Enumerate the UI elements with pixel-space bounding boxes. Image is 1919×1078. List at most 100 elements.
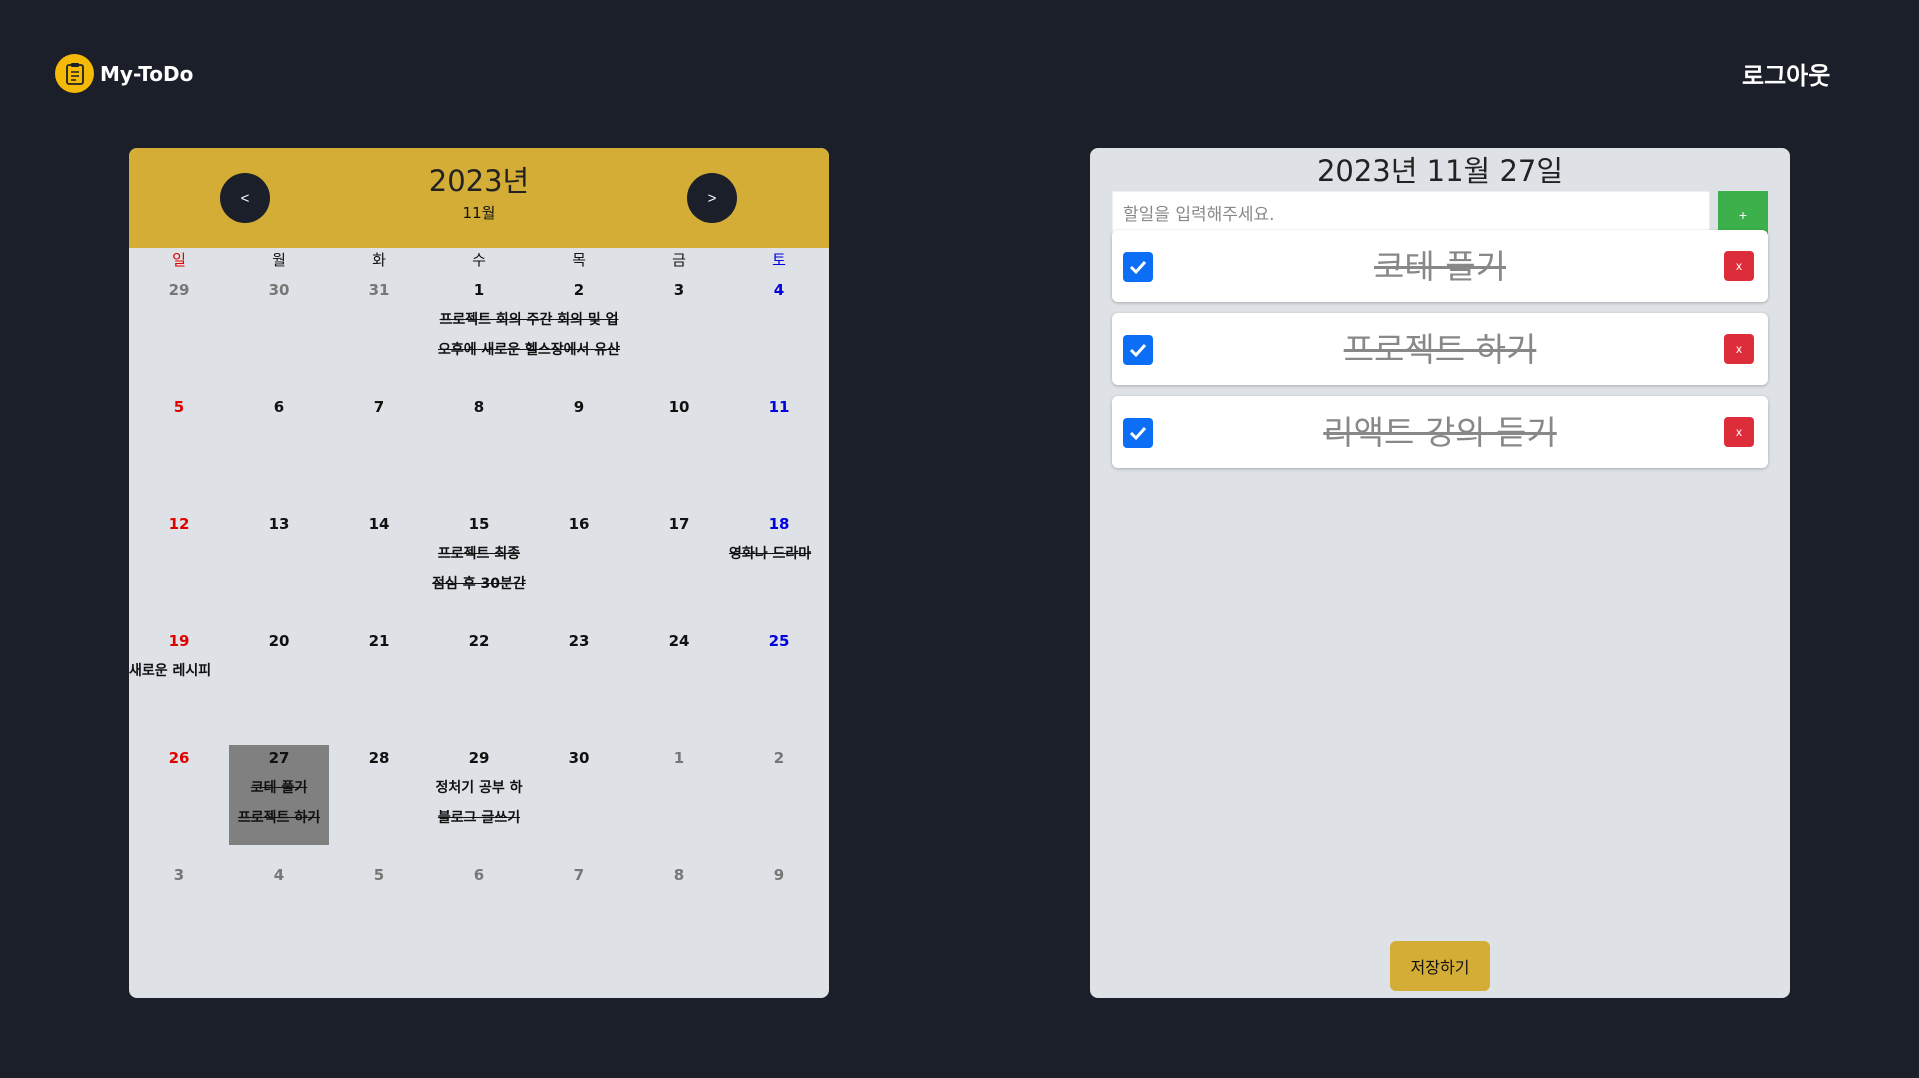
day-number: 7 <box>373 398 385 416</box>
calendar-day[interactable]: 3 <box>129 856 229 973</box>
day-number: 24 <box>668 632 690 650</box>
weekday-header: 일 월 화 수 목 금 토 <box>129 248 829 271</box>
todo-checkbox[interactable] <box>1123 252 1153 282</box>
calendar-week: 26 27 코테 풀기프로젝트 하기리액트 강의 듣 28 29 정처기 공부 하블로그 … <box>129 739 829 856</box>
day-number: 21 <box>368 632 390 650</box>
day-todo-item: 영화나 드라마 <box>729 546 812 562</box>
day-number: 14 <box>368 515 390 533</box>
calendar-day[interactable]: 16 <box>529 505 629 622</box>
day-number: 6 <box>273 398 285 416</box>
calendar-day[interactable]: 15 프로젝트 최종점심 후 30분간온라인 강의 수 <box>429 505 529 622</box>
next-month-button[interactable]: > <box>687 173 737 223</box>
calendar-day[interactable]: 1 프로젝트 회의 주간 회의 및 업 오후에 새로운 헬스장에서 유산 <box>429 271 620 388</box>
calendar-week: 19 새로운 레시피 20 21 22 23 24 25 <box>129 622 829 739</box>
calendar-day[interactable]: 6 <box>429 856 529 973</box>
check-icon <box>1129 260 1147 275</box>
calendar-day[interactable]: 22 <box>429 622 529 739</box>
day-number: 4 <box>773 281 785 299</box>
calendar-day[interactable]: 12 <box>129 505 229 622</box>
day-number: 12 <box>168 515 190 533</box>
day-number: 27 <box>268 749 290 767</box>
calendar-day[interactable]: 18 영화나 드라마 <box>729 505 829 622</box>
day-number: 25 <box>768 632 790 650</box>
calendar-day[interactable]: 6 <box>229 388 329 505</box>
calendar-day[interactable]: 30 <box>229 271 329 388</box>
save-button[interactable]: 저장하기 <box>1390 941 1490 991</box>
day-todo-item: 프로젝트 하기 <box>237 810 321 826</box>
calendar-day[interactable]: 13 <box>229 505 329 622</box>
calendar-day[interactable]: 29 정처기 공부 하블로그 글쓰기백준 스터디 <box>429 739 529 856</box>
calendar-day[interactable]: 1 <box>629 739 729 856</box>
calendar-day[interactable]: 2 <box>729 739 829 856</box>
day-number: 20 <box>268 632 290 650</box>
day-todo-list: 새로운 레시피 <box>129 656 229 720</box>
calendar-day[interactable]: 26 <box>129 739 229 856</box>
calendar-day[interactable]: 31 <box>329 271 429 388</box>
calendar-day[interactable]: 8 <box>429 388 529 505</box>
day-number: 18 <box>768 515 790 533</box>
day-number: 13 <box>268 515 290 533</box>
calendar-day[interactable]: 21 <box>329 622 429 739</box>
calendar-day[interactable]: 28 <box>329 739 429 856</box>
app-logo[interactable]: My-ToDo <box>55 54 193 93</box>
day-todo-list: 정처기 공부 하블로그 글쓰기백준 스터디 <box>429 773 529 837</box>
calendar-day[interactable]: 14 <box>329 505 429 622</box>
calendar-day[interactable]: 4 <box>229 856 329 973</box>
calendar-day[interactable]: 9 <box>529 388 629 505</box>
day-todo-item: 온라인 강의 수 <box>429 599 529 603</box>
day-number: 30 <box>568 749 590 767</box>
day-number: 26 <box>168 749 190 767</box>
calendar-day[interactable]: 2 <box>529 271 629 388</box>
calendar-day[interactable]: 7 <box>529 856 629 973</box>
day-number: 1 <box>673 749 685 767</box>
calendar-day[interactable]: 20 <box>229 622 329 739</box>
calendar-day[interactable]: 5 <box>129 388 229 505</box>
day-todo-item: 백준 스터디 <box>429 833 529 837</box>
todo-item: 리액트 강의 듣기 x <box>1112 396 1768 468</box>
calendar-day[interactable]: 9 <box>729 856 829 973</box>
calendar-day[interactable]: 5 <box>329 856 429 973</box>
calendar-day[interactable]: 25 <box>729 622 829 739</box>
weekday-label: 일 <box>172 251 186 269</box>
day-todo-item: 코테 풀기 <box>250 780 308 796</box>
day-todo-list: 프로젝트 최종점심 후 30분간온라인 강의 수 <box>429 539 529 603</box>
day-number: 15 <box>468 515 490 533</box>
calendar-week: 12 13 14 15 프로젝트 최종점심 후 30분간온라인 강의 수 16 17 18 영화… <box>129 505 829 622</box>
todo-text: 코테 풀기 <box>1374 247 1506 286</box>
day-number: 4 <box>273 866 285 884</box>
calendar-day[interactable]: 30 <box>529 739 629 856</box>
day-number: 2 <box>773 749 785 767</box>
calendar-day[interactable]: 8 <box>629 856 729 973</box>
calendar-day[interactable]: 10 <box>629 388 729 505</box>
delete-todo-button[interactable]: x <box>1724 417 1754 447</box>
calendar-day[interactable]: 4 <box>729 271 829 388</box>
day-number: 8 <box>673 866 685 884</box>
day-number: 10 <box>668 398 690 416</box>
day-todo-item: 새로운 레시피 <box>129 663 212 679</box>
logout-button[interactable]: 로그아웃 <box>1742 56 1830 91</box>
calendar-day[interactable]: 17 <box>629 505 729 622</box>
day-number: 11 <box>768 398 790 416</box>
calendar-day-selected[interactable]: 27 코테 풀기프로젝트 하기리액트 강의 듣 <box>229 739 329 856</box>
calendar-day[interactable]: 29 <box>129 271 229 388</box>
day-number: 23 <box>568 632 590 650</box>
day-number: 28 <box>368 749 390 767</box>
day-number: 16 <box>568 515 590 533</box>
calendar-day[interactable]: 7 <box>329 388 429 505</box>
day-number: 31 <box>368 281 390 299</box>
weekday-label: 금 <box>672 251 686 269</box>
day-number: 17 <box>668 515 690 533</box>
todo-panel: 2023년 11월 27일 + 코테 풀기 x 프로젝트 하기 x 리액트 강의… <box>1090 148 1790 998</box>
day-number: 22 <box>468 632 490 650</box>
calendar-day[interactable]: 24 <box>629 622 729 739</box>
delete-todo-button[interactable]: x <box>1724 334 1754 364</box>
todo-checkbox[interactable] <box>1123 335 1153 365</box>
calendar-day[interactable]: 19 새로운 레시피 <box>129 622 229 739</box>
delete-todo-button[interactable]: x <box>1724 251 1754 281</box>
calendar-day[interactable]: 3 <box>629 271 729 388</box>
weekday-label: 토 <box>772 251 786 269</box>
calendar-day[interactable]: 23 <box>529 622 629 739</box>
todo-checkbox[interactable] <box>1123 418 1153 448</box>
calendar-day[interactable]: 11 <box>729 388 829 505</box>
day-todo-list: 코테 풀기프로젝트 하기리액트 강의 듣 <box>229 773 329 837</box>
